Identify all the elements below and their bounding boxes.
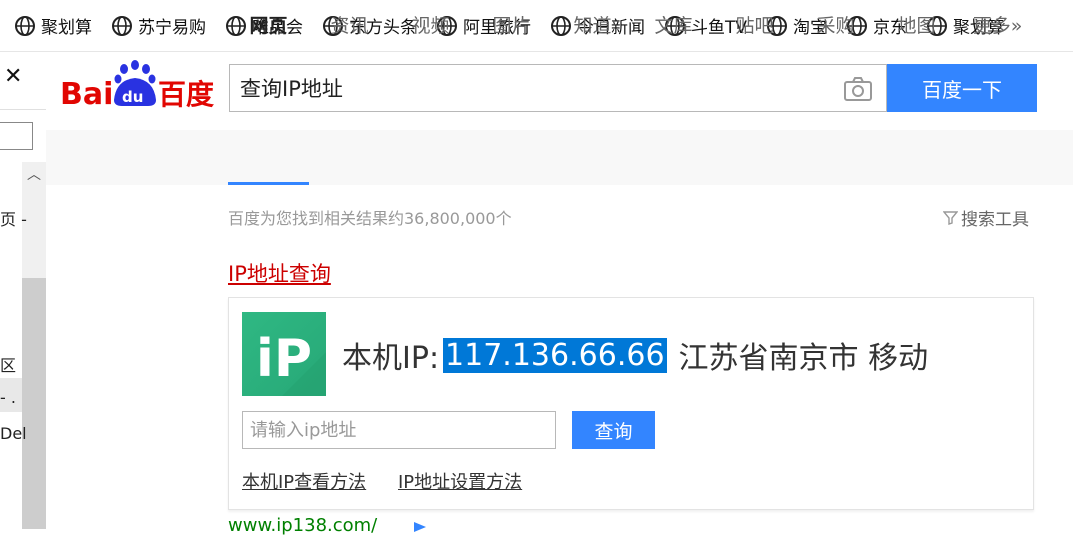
scroll-up-icon[interactable]: ︿: [22, 164, 46, 186]
close-icon[interactable]: ✕: [4, 64, 22, 89]
bookmark-item[interactable]: 苏宁易购: [111, 13, 206, 39]
search-tools-label: 搜索工具: [961, 210, 1029, 230]
tab-images[interactable]: 图片: [471, 0, 552, 55]
search-tools-button[interactable]: 搜索工具: [943, 205, 1029, 230]
tab-webpage[interactable]: 网页: [228, 0, 309, 55]
side-text-fragment: Del: [0, 424, 27, 443]
result-count: 百度为您找到相关结果约36,800,000个: [228, 209, 512, 228]
ip-query-button[interactable]: 查询: [572, 411, 655, 449]
tab-zhidao[interactable]: 知道: [552, 0, 633, 55]
ip-logo-icon: iP: [242, 312, 326, 396]
side-text-fragment: 页 -: [0, 210, 27, 229]
side-panel: ✕ ︿ 页 - 区 - . Del: [0, 52, 46, 529]
result-url[interactable]: www.ip138.com/: [228, 515, 377, 536]
ip-info-line: 本机IP: 117.136.66.66 江苏省南京市 移动: [342, 333, 928, 377]
svg-text:iP: iP: [256, 329, 312, 389]
bookmark-label: 苏宁易购: [138, 18, 206, 38]
ip-settings-link[interactable]: IP地址设置方法: [398, 468, 522, 494]
bookmark-label: 聚划算: [41, 18, 92, 38]
tab-tieba[interactable]: 贴吧: [714, 0, 795, 55]
tab-news[interactable]: 资讯: [309, 0, 390, 55]
side-text-fragment: 区: [0, 356, 17, 375]
active-tab-indicator: [228, 182, 309, 185]
tab-bar: [46, 130, 1073, 185]
tab-purchase[interactable]: 采购: [795, 0, 876, 55]
svg-text:百度: 百度: [158, 78, 214, 111]
search-button[interactable]: 百度一下: [887, 64, 1037, 112]
side-scrollbar-thumb[interactable]: [22, 278, 46, 529]
search-box: [229, 64, 887, 112]
side-divider: [0, 109, 46, 110]
svg-text:Bai: Bai: [60, 77, 113, 112]
side-text-fragment: - .: [0, 388, 16, 407]
ip-address-input[interactable]: [242, 411, 556, 449]
search-input[interactable]: [230, 65, 830, 111]
ip-help-link[interactable]: 本机IP查看方法: [242, 468, 366, 494]
result-title-link[interactable]: IP地址查询: [228, 258, 331, 288]
tab-wenku[interactable]: 文库: [633, 0, 714, 55]
bookmark-item[interactable]: 聚划算: [14, 13, 92, 39]
filter-icon: [943, 211, 958, 225]
tab-more[interactable]: 更多»: [957, 0, 1038, 55]
svg-text:du: du: [122, 88, 143, 106]
globe-icon: [15, 15, 35, 36]
ip-prefix: 本机IP:: [342, 341, 440, 376]
baidu-logo[interactable]: Bai du 百度: [60, 56, 220, 112]
globe-icon: [112, 15, 132, 36]
camera-icon[interactable]: [843, 76, 873, 102]
ip-location: 江苏省南京市 移动: [678, 341, 929, 376]
tab-map[interactable]: 地图: [876, 0, 957, 55]
tab-video[interactable]: 视频: [390, 0, 471, 55]
ip-address-value[interactable]: 117.136.66.66: [443, 337, 667, 373]
side-input[interactable]: [0, 122, 33, 150]
play-icon: [414, 522, 426, 532]
